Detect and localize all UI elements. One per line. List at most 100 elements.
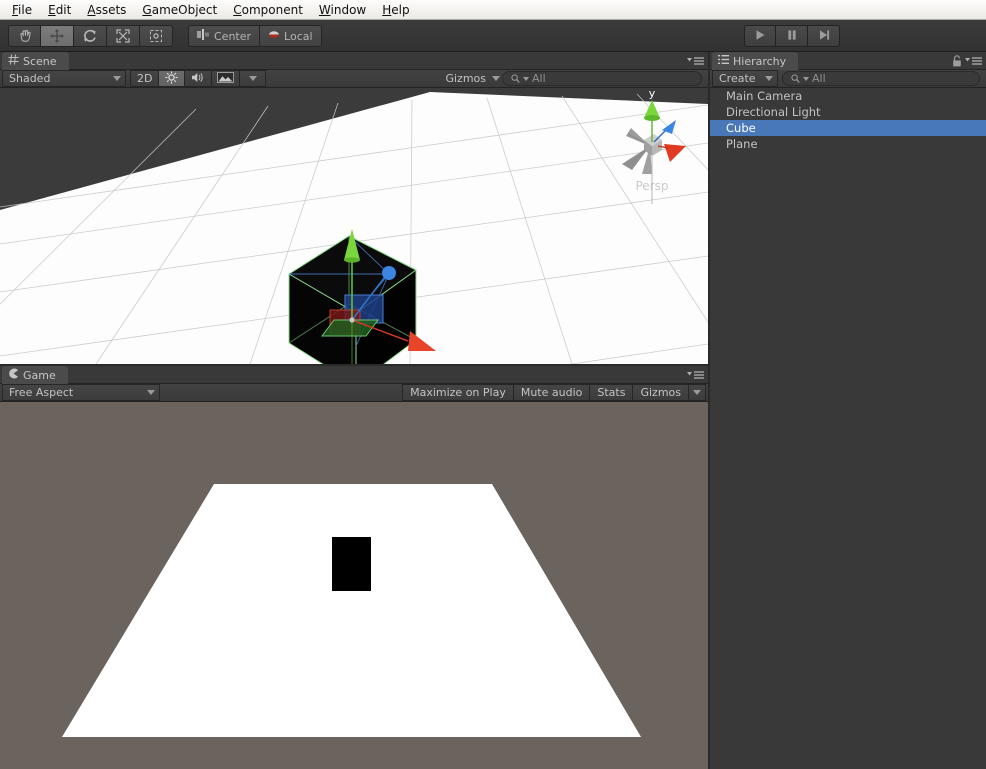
step-button[interactable] bbox=[808, 25, 840, 47]
rotate-tool-button[interactable] bbox=[74, 25, 107, 47]
scene-viewport[interactable]: y z Persp bbox=[0, 88, 708, 364]
tab-hierarchy[interactable]: Hierarchy bbox=[712, 52, 799, 70]
search-filter-chevron-icon bbox=[523, 76, 529, 81]
move-tool-button[interactable] bbox=[41, 25, 74, 47]
tab-game[interactable]: Game bbox=[2, 366, 68, 384]
chevron-down-icon bbox=[113, 76, 121, 81]
menu-edit[interactable]: Edit bbox=[40, 1, 79, 19]
menu-window[interactable]: Window bbox=[311, 1, 374, 19]
scene-search-input[interactable]: All bbox=[502, 71, 702, 86]
game-panel: Game Free Aspect Maximize on Play Mute a… bbox=[0, 366, 708, 769]
chevron-down-icon bbox=[765, 76, 773, 81]
tab-scene[interactable]: Scene bbox=[2, 52, 69, 70]
game-tab-label: Game bbox=[23, 368, 56, 382]
hierarchy-item-directional-light[interactable]: Directional Light bbox=[710, 104, 986, 120]
scene-tab-label: Scene bbox=[23, 54, 57, 68]
hierarchy-panel-menu[interactable] bbox=[965, 56, 983, 66]
menu-bar: File Edit Assets GameObject Component Window H… bbox=[0, 0, 986, 20]
game-view-toolbar: Free Aspect Maximize on Play Mute audio … bbox=[0, 384, 708, 402]
effects-button[interactable] bbox=[212, 70, 241, 87]
game-viewport[interactable] bbox=[0, 402, 708, 769]
rect-transform-icon bbox=[148, 28, 164, 44]
draw-mode-dropdown[interactable]: Shaded bbox=[2, 70, 126, 87]
scene-tab-bar: Scene bbox=[0, 52, 708, 70]
hierarchy-item-plane[interactable]: Plane bbox=[710, 136, 986, 152]
maximize-on-play-label: Maximize on Play bbox=[410, 386, 506, 399]
menu-assets[interactable]: Assets bbox=[79, 1, 134, 19]
draw-mode-label: Shaded bbox=[9, 72, 51, 85]
menu-help[interactable]: Help bbox=[374, 1, 417, 19]
toggle-lighting-button[interactable] bbox=[159, 70, 186, 87]
toggle-2d-button[interactable]: 2D bbox=[130, 70, 160, 87]
hierarchy-tab-label: Hierarchy bbox=[733, 54, 787, 68]
projection-label: Persp bbox=[636, 179, 669, 193]
hierarchy-item-list: Main Camera Directional Light Cube Plane bbox=[710, 88, 986, 769]
game-cube bbox=[332, 537, 371, 591]
hierarchy-lock-button[interactable] bbox=[952, 55, 962, 70]
hierarchy-item-label: Main Camera bbox=[726, 89, 803, 103]
main-toolbar: Center Local bbox=[0, 20, 986, 52]
rotation-mode-button[interactable]: Local bbox=[260, 25, 322, 47]
hierarchy-toolbar: Create All bbox=[710, 70, 986, 88]
scene-panel: Scene Shaded 2D Gizmos All y z Persp bbox=[0, 52, 708, 364]
hierarchy-item-main-camera[interactable]: Main Camera bbox=[710, 88, 986, 104]
lock-icon bbox=[953, 55, 961, 67]
menu-file[interactable]: File bbox=[4, 1, 40, 19]
game-pacman-icon bbox=[8, 368, 19, 382]
pause-icon bbox=[785, 28, 799, 45]
scene-axis-gizmo[interactable]: y z Persp bbox=[598, 88, 708, 208]
scene-search-placeholder: All bbox=[532, 72, 546, 85]
game-tab-bar: Game bbox=[0, 366, 708, 384]
play-button[interactable] bbox=[744, 25, 776, 47]
hierarchy-list-icon bbox=[718, 54, 729, 68]
menu-gameobject[interactable]: GameObject bbox=[134, 1, 225, 19]
chevron-down-icon bbox=[147, 390, 155, 395]
hierarchy-panel: Hierarchy Create All Main Camera Directi… bbox=[710, 52, 986, 769]
aspect-ratio-dropdown[interactable]: Free Aspect bbox=[2, 384, 160, 401]
axis-y-label: y bbox=[649, 88, 656, 100]
game-gizmos-label: Gizmos bbox=[640, 386, 681, 399]
playback-controls bbox=[744, 25, 840, 47]
chevron-down-icon bbox=[248, 76, 257, 81]
hierarchy-item-cube[interactable]: Cube bbox=[710, 120, 986, 136]
scene-grid-icon bbox=[8, 54, 19, 68]
pivot-mode-label: Center bbox=[214, 29, 252, 43]
chevron-down-icon bbox=[693, 390, 701, 395]
menu-component[interactable]: Component bbox=[225, 1, 311, 19]
create-label: Create bbox=[719, 72, 756, 85]
scene-view-toolbar: Shaded 2D Gizmos All bbox=[0, 70, 708, 88]
chevron-down-icon bbox=[492, 76, 500, 81]
unity-editor-window: File Edit Assets GameObject Component Window H… bbox=[0, 0, 986, 769]
axis-z-label: z bbox=[675, 107, 681, 120]
scale-tool-button[interactable] bbox=[107, 25, 140, 47]
pivot-mode-button[interactable]: Center bbox=[188, 25, 261, 47]
create-dropdown[interactable]: Create bbox=[712, 70, 778, 87]
aspect-ratio-label: Free Aspect bbox=[9, 386, 74, 399]
mute-audio-label: Mute audio bbox=[520, 386, 583, 399]
maximize-on-play-button[interactable]: Maximize on Play bbox=[402, 384, 514, 401]
game-panel-menu[interactable] bbox=[687, 370, 705, 380]
toggle-audio-button[interactable] bbox=[185, 70, 213, 87]
effects-dropdown[interactable] bbox=[240, 70, 267, 87]
game-gizmos-dropdown[interactable] bbox=[689, 384, 706, 401]
scene-gizmos-dropdown[interactable]: Gizmos bbox=[439, 70, 502, 87]
move-icon bbox=[49, 28, 65, 44]
search-icon bbox=[511, 74, 520, 83]
search-icon bbox=[791, 74, 800, 83]
mute-audio-button[interactable]: Mute audio bbox=[513, 384, 591, 401]
sun-icon bbox=[165, 70, 179, 87]
step-icon bbox=[817, 28, 831, 45]
game-gizmos-button[interactable]: Gizmos bbox=[633, 384, 689, 401]
hand-tool-button[interactable] bbox=[8, 25, 41, 47]
scene-panel-menu[interactable] bbox=[687, 56, 705, 66]
transform-tool-group bbox=[8, 25, 173, 47]
hierarchy-item-label: Plane bbox=[726, 137, 758, 151]
hand-icon bbox=[17, 28, 33, 44]
speaker-icon bbox=[191, 71, 205, 87]
rect-tool-button[interactable] bbox=[140, 25, 173, 47]
mode-2d-label: 2D bbox=[137, 72, 153, 85]
pivot-rotation-group: Center Local bbox=[188, 25, 322, 47]
hierarchy-search-input[interactable]: All bbox=[782, 71, 980, 86]
pause-button[interactable] bbox=[776, 25, 808, 47]
stats-button[interactable]: Stats bbox=[590, 384, 634, 401]
